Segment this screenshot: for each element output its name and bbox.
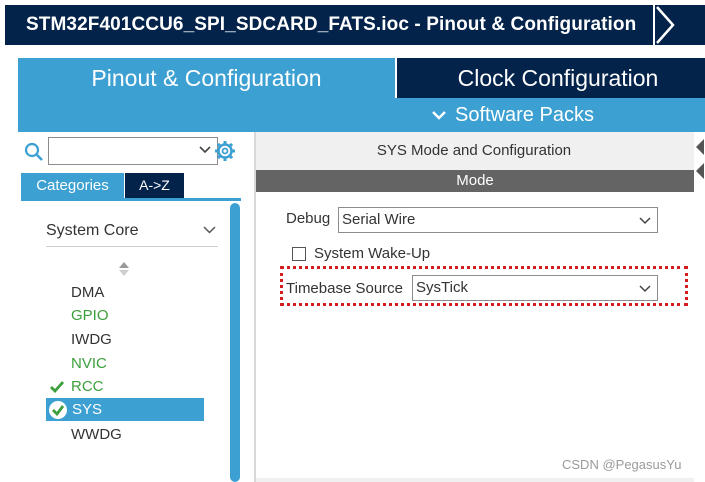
debug-label: Debug	[286, 210, 331, 227]
list-item-nvic[interactable]: NVIC	[46, 352, 204, 375]
mode-section-content: Debug Serial Wire System Wake-Up Timebas…	[256, 192, 694, 478]
chevron-down-icon[interactable]	[199, 146, 211, 154]
search-input[interactable]	[48, 137, 218, 165]
chevron-down-icon	[432, 111, 446, 120]
category-system-core[interactable]: System Core	[46, 212, 218, 247]
list-item-label: GPIO	[71, 307, 109, 324]
list-item-iwdg[interactable]: IWDG	[46, 328, 204, 351]
timebase-source-select[interactable]: SysTick	[412, 275, 658, 301]
software-packs-label: Software Packs	[455, 104, 594, 126]
software-packs-bar: Software Packs	[18, 98, 705, 132]
chevron-down-icon	[639, 285, 651, 293]
timebase-source-value: SysTick	[416, 279, 468, 296]
check-icon	[50, 381, 65, 393]
list-item-label: WWDG	[71, 426, 122, 443]
breadcrumb-chevron-icon	[655, 5, 677, 45]
title-bar: STM32F401CCU6_SPI_SDCARD_FATS.ioc - Pino…	[0, 0, 705, 48]
check-circle-icon	[49, 401, 67, 419]
list-item-wwdg[interactable]: WWDG	[46, 423, 204, 446]
list-item-gpio[interactable]: GPIO	[46, 304, 204, 327]
chevron-down-icon	[203, 226, 216, 234]
chevron-down-icon	[639, 217, 651, 225]
list-item-label: NVIC	[71, 355, 107, 372]
timebase-source-label: Timebase Source	[286, 280, 403, 297]
system-wakeup-checkbox[interactable]	[292, 247, 306, 261]
main-tabs: Pinout & Configuration Clock Configurati…	[18, 58, 705, 98]
gear-icon[interactable]	[214, 140, 236, 162]
list-item-rcc[interactable]: RCC	[46, 375, 204, 398]
tab-a-to-z[interactable]: A->Z	[125, 173, 184, 198]
panel-collapse-arrows-icon[interactable]	[694, 135, 705, 195]
category-label: System Core	[46, 222, 139, 239]
debug-select[interactable]: Serial Wire	[338, 207, 658, 233]
list-item-label: DMA	[71, 284, 105, 301]
left-panel: Categories A->Z System Core DMA GPIO IWD…	[18, 132, 244, 482]
window-title: STM32F401CCU6_SPI_SDCARD_FATS.ioc - Pino…	[26, 14, 637, 35]
mode-section-header: Mode	[256, 170, 694, 192]
list-item-label: SYS	[72, 401, 103, 418]
debug-select-value: Serial Wire	[342, 211, 416, 228]
tab-clock-configuration[interactable]: Clock Configuration	[397, 58, 705, 98]
sidebar-scrollbar[interactable]	[230, 203, 240, 482]
system-wakeup-label: System Wake-Up	[314, 245, 431, 262]
watermark: CSDN @PegasusYu	[562, 457, 682, 472]
tab-categories[interactable]: Categories	[21, 173, 124, 198]
panel-title: SYS Mode and Configuration	[376, 142, 572, 159]
search-icon[interactable]	[24, 142, 44, 162]
sort-icon[interactable]	[118, 261, 130, 277]
config-panel: SYS Mode and Configuration Mode Debug Se…	[254, 132, 694, 482]
list-item-sys[interactable]: SYS	[46, 398, 204, 421]
tab-pinout-configuration[interactable]: Pinout & Configuration	[18, 58, 395, 98]
list-item-label: RCC	[71, 378, 104, 395]
software-packs-menu[interactable]: Software Packs	[431, 98, 594, 132]
list-item-dma[interactable]: DMA	[46, 281, 204, 304]
list-item-label: IWDG	[71, 331, 112, 348]
tab-underline	[21, 198, 241, 201]
